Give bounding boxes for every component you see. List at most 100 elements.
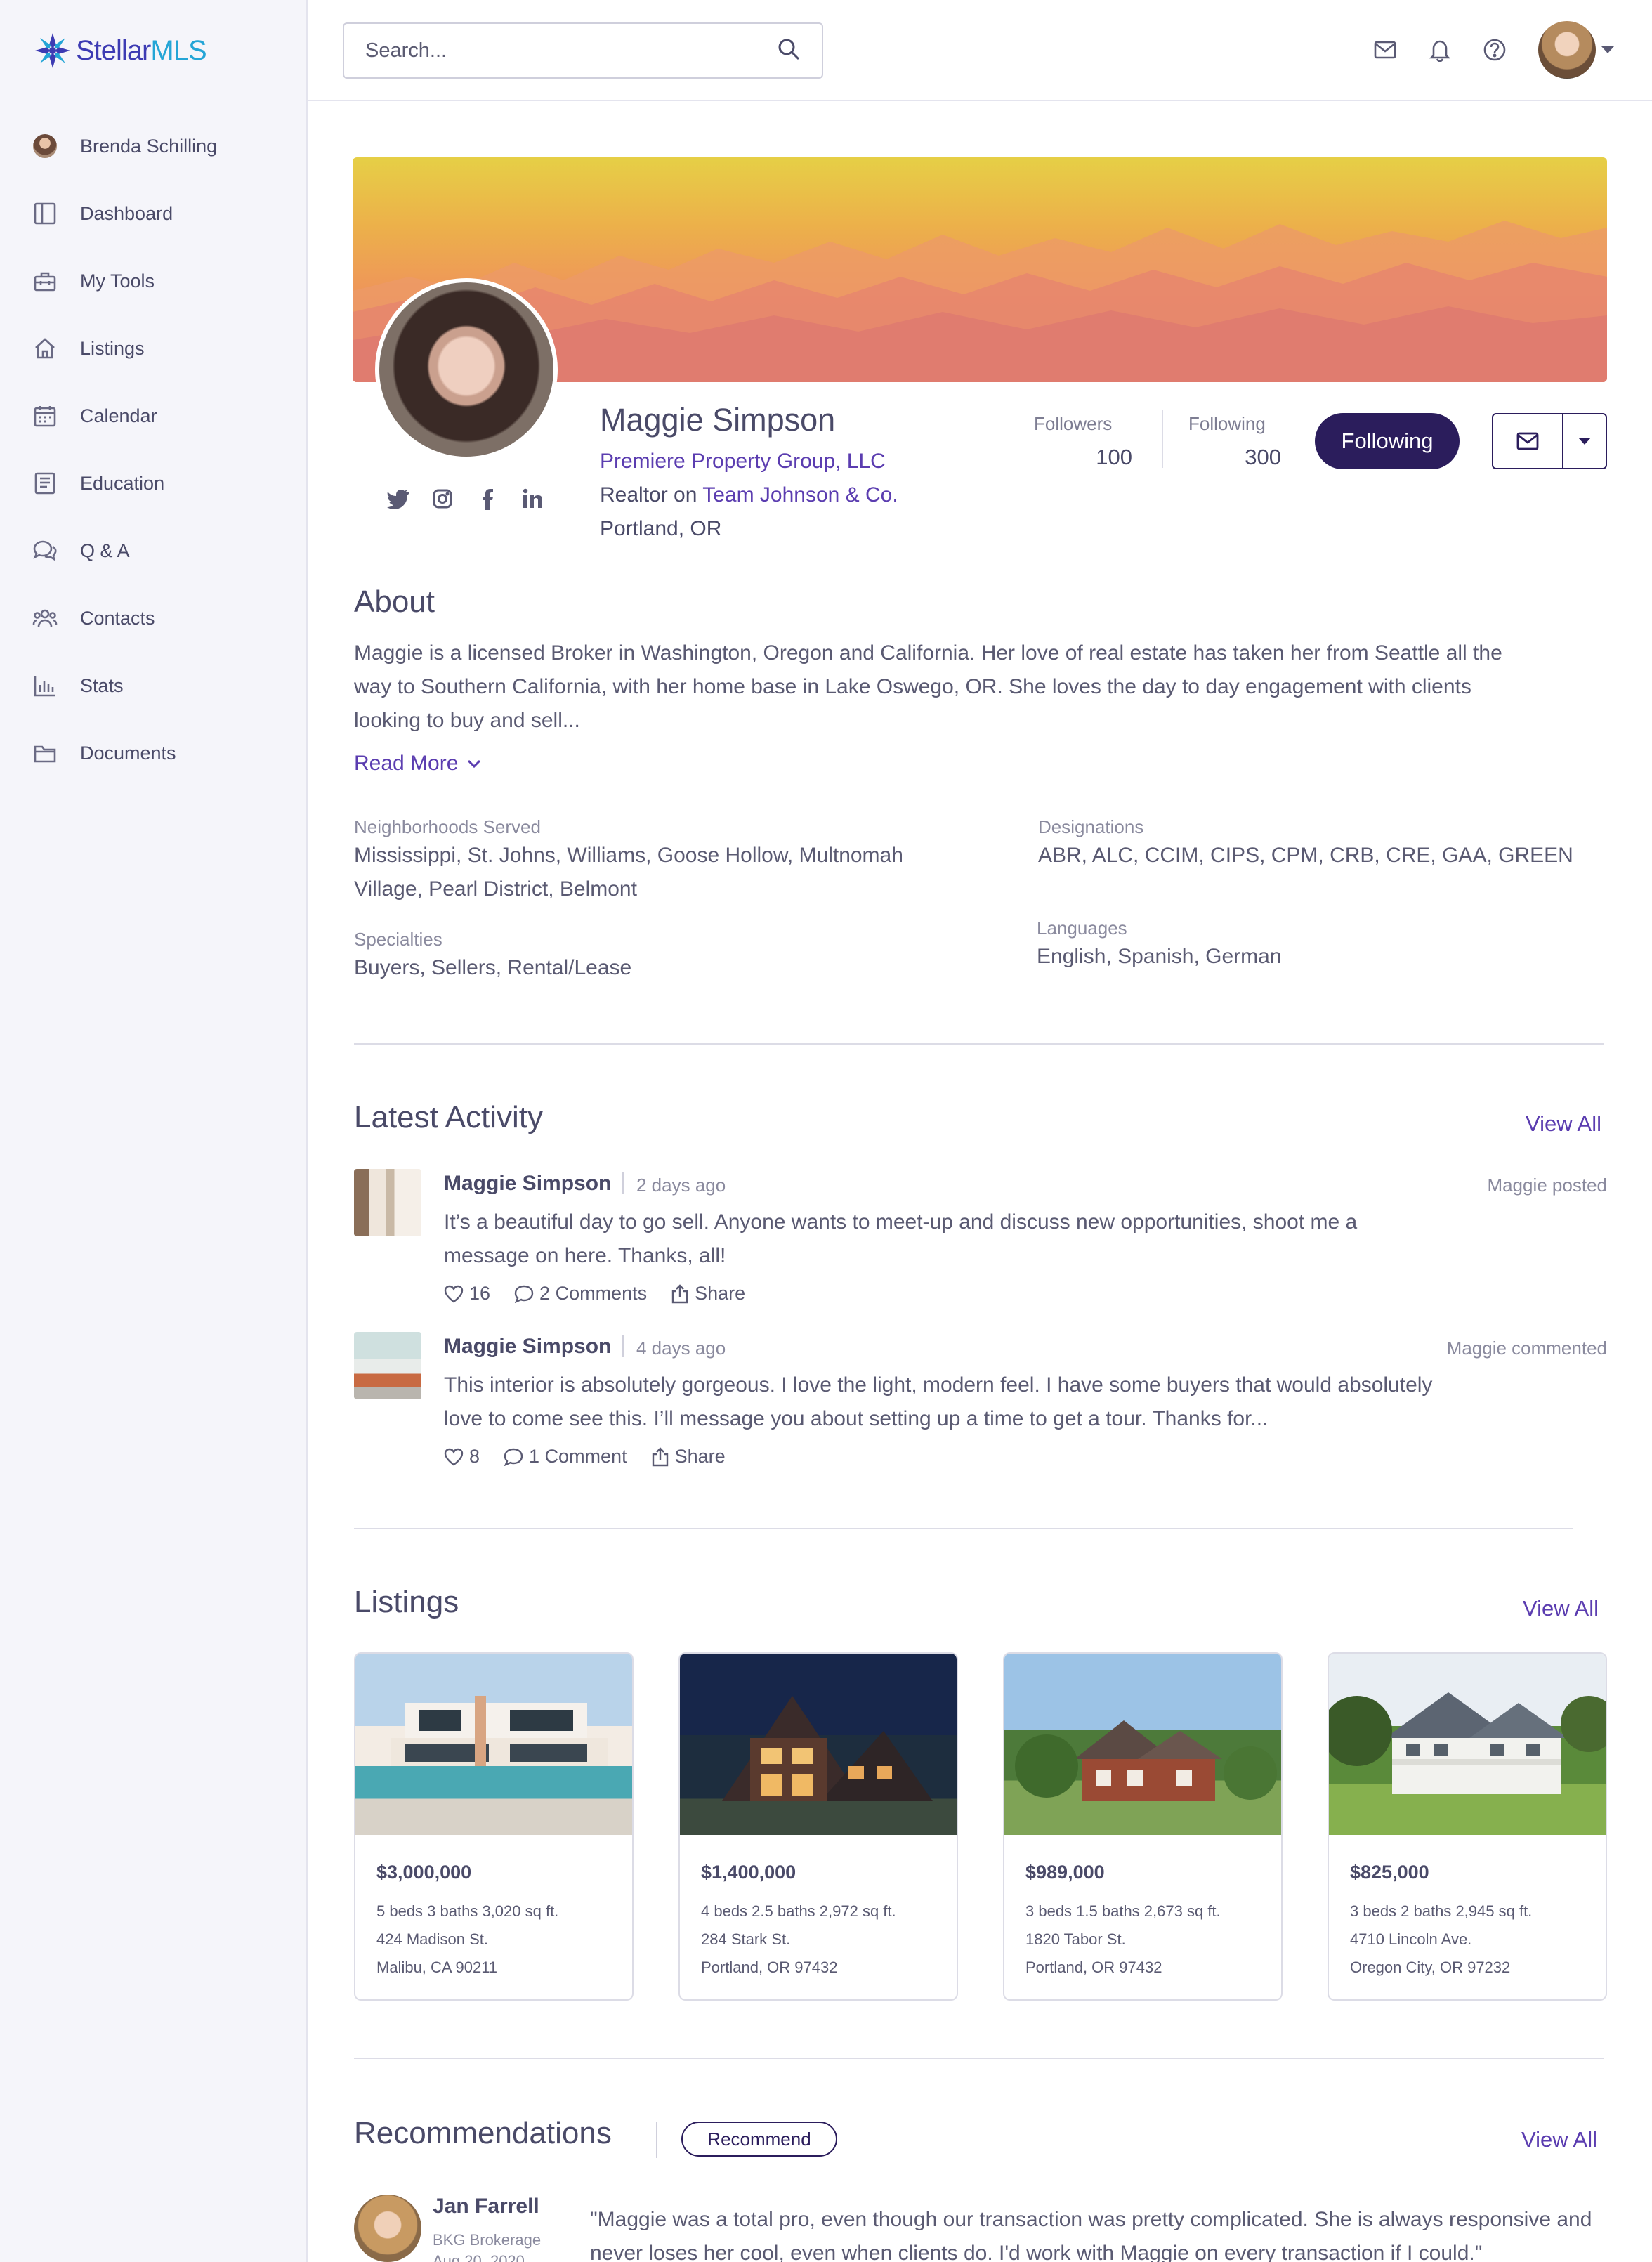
about-title: About	[354, 584, 435, 619]
linkedin-icon[interactable]	[520, 486, 545, 511]
like-button[interactable]: 16	[444, 1283, 490, 1305]
topbar	[308, 0, 1652, 101]
recommend-button[interactable]: Recommend	[681, 2122, 837, 2157]
listing-card[interactable]: $3,000,000 5 beds 3 baths 3,020 sq ft. 4…	[354, 1652, 634, 2001]
listing-photo	[1329, 1654, 1606, 1835]
listing-specs: 4 beds 2.5 baths 2,972 sq ft.	[701, 1902, 896, 1920]
profile-role: Realtor on Team Johnson & Co.	[600, 483, 898, 507]
recommendations-title: Recommendations	[354, 2116, 612, 2150]
sidebar-item-label: Contacts	[80, 607, 155, 629]
share-icon	[671, 1283, 688, 1303]
activity-author[interactable]: Maggie Simpson	[444, 1172, 611, 1196]
section-divider	[354, 1043, 1604, 1045]
following-label: Following	[1188, 413, 1266, 434]
profile-avatar	[375, 278, 558, 461]
listing-address-line2: Malibu, CA 90211	[376, 1959, 498, 1976]
team-link[interactable]: Team Johnson & Co.	[702, 483, 898, 506]
listing-card[interactable]: $1,400,000 4 beds 2.5 baths 2,972 sq ft.…	[678, 1652, 958, 2001]
like-button[interactable]: 8	[444, 1446, 480, 1467]
calendar-icon	[32, 403, 58, 429]
chevron-down-icon[interactable]	[1601, 46, 1614, 53]
share-button[interactable]: Share	[651, 1446, 726, 1467]
listing-address-line2: Portland, OR 97432	[1025, 1959, 1162, 1976]
followers-stat[interactable]: Followers 100	[1034, 413, 1132, 470]
sidebar-item-label: Documents	[80, 742, 176, 764]
sidebar-item-dashboard[interactable]: Dashboard	[0, 180, 308, 247]
book-icon	[32, 471, 58, 496]
message-button-group	[1492, 413, 1607, 469]
following-stat[interactable]: Following 300	[1188, 413, 1281, 470]
followers-label: Followers	[1034, 413, 1113, 434]
search-box[interactable]	[343, 22, 823, 79]
recommendation-quote: "Maggie was a total pro, even though our…	[590, 2208, 1592, 2262]
activity-thumbnail[interactable]	[354, 1332, 421, 1399]
help-icon[interactable]	[1481, 36, 1509, 64]
listing-specs: 3 beds 2 baths 2,945 sq ft.	[1350, 1902, 1533, 1920]
listing-address-line1: 4710 Lincoln Ave.	[1350, 1930, 1472, 1948]
activity-thumbnail[interactable]	[354, 1169, 421, 1236]
listing-price: $3,000,000	[376, 1862, 472, 1883]
main-content: Maggie Simpson Premiere Property Group, …	[308, 101, 1652, 2262]
message-button[interactable]	[1493, 414, 1563, 468]
sidebar-item-documents[interactable]: Documents	[0, 719, 308, 787]
activity-actions: 8 1 Comment Share	[444, 1446, 749, 1467]
listing-address-line2: Oregon City, OR 97232	[1350, 1959, 1511, 1976]
sidebar-item-label: Calendar	[80, 405, 157, 426]
message-dropdown-button[interactable]	[1563, 414, 1606, 468]
comment-count: 2 Comments	[539, 1283, 648, 1304]
listings-title: Listings	[354, 1585, 459, 1619]
sidebar-item-qa[interactable]: Q & A	[0, 517, 308, 584]
comments-button[interactable]: 2 Comments	[514, 1283, 647, 1305]
user-avatar[interactable]	[1538, 21, 1596, 79]
following-button[interactable]: Following	[1315, 413, 1460, 469]
comment-icon	[514, 1285, 534, 1303]
following-count: 300	[1245, 445, 1281, 469]
activity-view-all-link[interactable]: View All	[1526, 1111, 1601, 1137]
mail-icon[interactable]	[1371, 36, 1399, 64]
sidebar-item-my-tools[interactable]: My Tools	[0, 247, 308, 315]
profile-company-link[interactable]: Premiere Property Group, LLC	[600, 450, 886, 473]
share-button[interactable]: Share	[671, 1283, 745, 1305]
listing-photo	[1004, 1654, 1281, 1835]
sidebar-item-label: Q & A	[80, 540, 130, 561]
share-label: Share	[674, 1446, 726, 1467]
recommender-name[interactable]: Jan Farrell	[433, 2195, 539, 2218]
sidebar-item-contacts[interactable]: Contacts	[0, 584, 308, 652]
recommendations-view-all-link[interactable]: View All	[1521, 2127, 1597, 2152]
search-input[interactable]	[365, 39, 777, 63]
listings-view-all-link[interactable]: View All	[1523, 1596, 1599, 1621]
sidebar-item-calendar[interactable]: Calendar	[0, 382, 308, 450]
listing-photo	[680, 1654, 957, 1835]
stat-divider	[1162, 410, 1163, 468]
logo[interactable]: StellarMLS	[34, 30, 207, 72]
listing-card[interactable]: $989,000 3 beds 1.5 baths 2,673 sq ft. 1…	[1003, 1652, 1283, 2001]
listing-photo	[355, 1654, 632, 1835]
sidebar-item-listings[interactable]: Listings	[0, 315, 308, 382]
sidebar-item-stats[interactable]: Stats	[0, 652, 308, 719]
comments-button[interactable]: 1 Comment	[504, 1446, 627, 1467]
twitter-icon[interactable]	[385, 486, 410, 511]
bell-icon[interactable]	[1426, 36, 1454, 64]
sidebar-item-label: Dashboard	[80, 202, 173, 224]
sidebar-item-label: Brenda Schilling	[80, 135, 218, 157]
activity-type: Maggie commented	[1446, 1338, 1607, 1359]
folder-icon	[32, 740, 58, 766]
followers-count: 100	[1096, 445, 1132, 469]
listing-card[interactable]: $825,000 3 beds 2 baths 2,945 sq ft. 471…	[1328, 1652, 1607, 2001]
read-more-link[interactable]: Read More	[354, 752, 482, 776]
activity-author[interactable]: Maggie Simpson	[444, 1335, 611, 1359]
recommender-avatar[interactable]	[354, 2195, 421, 2262]
logo-text: StellarMLS	[76, 34, 207, 66]
activity-text: It’s a beautiful day to go sell. Anyone …	[444, 1210, 1358, 1267]
activity-actions: 16 2 Comments Share	[444, 1283, 769, 1305]
facebook-icon[interactable]	[475, 486, 500, 511]
sidebar-item-profile[interactable]: Brenda Schilling	[0, 112, 308, 180]
profile-name: Maggie Simpson	[600, 402, 836, 438]
search-icon[interactable]	[777, 37, 801, 65]
instagram-icon[interactable]	[430, 486, 455, 511]
chat-icon	[32, 538, 58, 563]
contacts-icon	[32, 606, 58, 631]
social-links	[385, 486, 565, 511]
sidebar-item-label: My Tools	[80, 270, 155, 292]
sidebar-item-education[interactable]: Education	[0, 450, 308, 517]
